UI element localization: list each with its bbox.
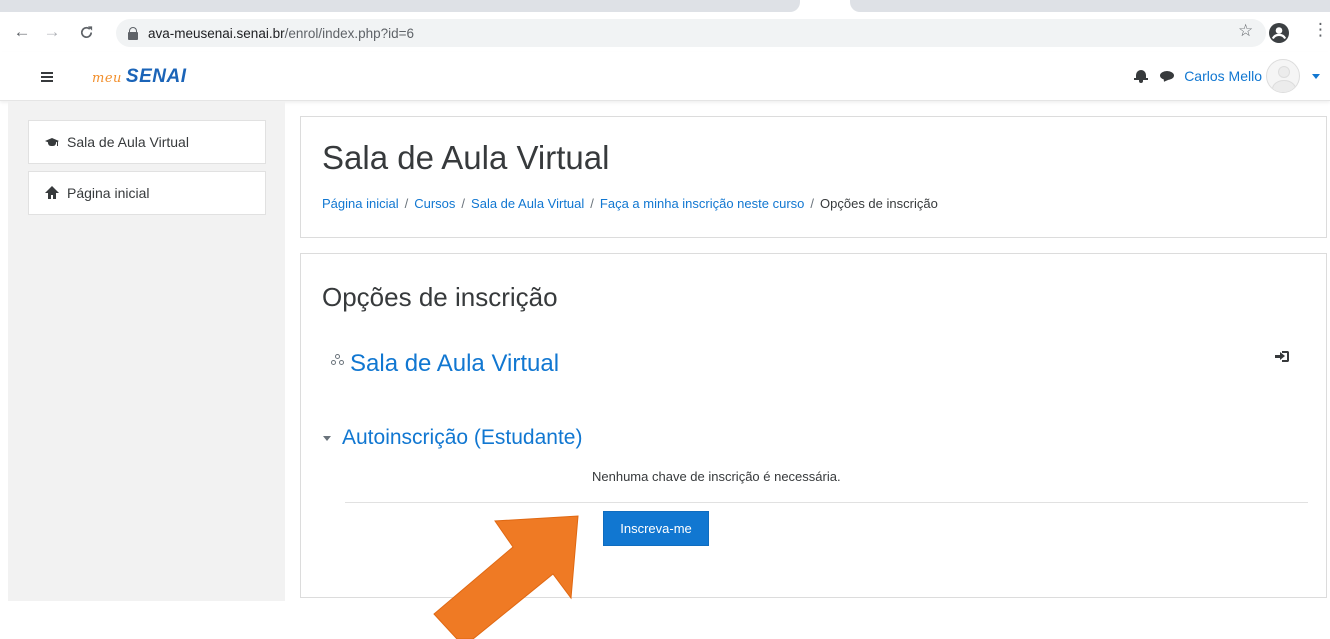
breadcrumb-separator: / [404,196,409,211]
browser-tab[interactable] [850,0,1330,12]
section-title: Opções de inscrição [322,282,558,312]
collapse-caret-icon [323,435,331,441]
breadcrumb-item-courses[interactable]: Cursos [414,196,455,211]
breadcrumb-item-current: Opções de inscrição [820,196,938,211]
avatar[interactable] [1266,59,1300,93]
url-path: /enrol/index.php?id=6 [284,25,415,41]
hamburger-icon [41,72,53,82]
back-button[interactable]: ← [10,20,34,44]
sign-in-icon [1275,350,1291,364]
reload-icon [80,25,92,38]
breadcrumb-separator: / [590,196,594,211]
course-name-link[interactable]: Sala de Aula Virtual [350,350,559,378]
logo-brand: SENAI [125,66,187,87]
self-enrolment-title: Autoinscrição (Estudante) [342,426,583,449]
reload-button[interactable] [74,20,98,44]
logo-prefix: meu [92,71,122,86]
breadcrumb-separator: / [461,196,466,211]
chat-icon[interactable] [1160,70,1175,84]
breadcrumb-item-home[interactable]: Página inicial [322,196,399,211]
self-enrolment-heading[interactable]: Autoinscrição (Estudante) [323,426,582,450]
url-host: ava-meusenai.senai.br [148,25,285,41]
arrow-left-icon: ← [13,22,31,41]
drawer-item-label: Página inicial [67,185,150,201]
account-circle-icon [1269,23,1289,43]
drawer-item-label: Sala de Aula Virtual [67,134,189,150]
enrol-me-button[interactable]: Inscreva-me [603,511,709,546]
lock-icon [128,26,138,40]
course-icon [331,354,345,368]
browser-tab-active[interactable] [0,0,800,12]
home-icon [45,186,59,200]
browser-menu-button[interactable]: ⋮ [1312,20,1329,40]
browser-tab-strip [0,0,1330,14]
kebab-menu-icon: ⋮ [1312,20,1329,39]
breadcrumb-item-course[interactable]: Sala de Aula Virtual [471,196,584,211]
user-name[interactable]: Carlos Mello [1184,68,1262,84]
enrolment-options-panel: Opções de inscrição Sala de Aula Virtual… [300,253,1327,598]
enrolment-key-note: Nenhuma chave de inscrição é necessária. [592,469,841,484]
user-nav: Carlos Mello [1134,59,1320,93]
profile-button[interactable] [1268,22,1290,49]
forward-button[interactable]: → [40,20,64,44]
breadcrumb: Página inicial / Cursos / Sala de Aula V… [322,196,938,211]
star-icon: ☆ [1238,21,1254,40]
caret-down-icon[interactable] [1312,73,1320,79]
bookmark-button[interactable]: ☆ [1238,21,1253,41]
drawer-item-course[interactable]: Sala de Aula Virtual [28,120,266,164]
course-box: Sala de Aula Virtual [331,350,1301,384]
page-title: Sala de Aula Virtual [322,139,610,176]
browser-toolbar: ← → ava-meusenai.senai.br/enrol/index.ph… [0,14,1330,53]
breadcrumb-item-enrol-me[interactable]: Faça a minha inscrição neste curso [600,196,804,211]
arrow-right-icon: → [43,22,61,41]
site-logo[interactable]: meu SENAI [92,66,186,88]
page-header: Sala de Aula Virtual Página inicial / Cu… [300,116,1327,238]
drawer-toggle-button[interactable] [30,65,64,89]
breadcrumb-separator: / [810,196,815,211]
drawer-item-home[interactable]: Página inicial [28,171,266,215]
site-navbar: meu SENAI Carlos Mello [0,52,1330,101]
nav-drawer: Sala de Aula Virtual Página inicial [8,101,285,601]
divider [345,502,1308,503]
address-bar[interactable]: ava-meusenai.senai.br/enrol/index.php?id… [116,19,1266,47]
bell-icon[interactable] [1134,69,1149,83]
graduation-cap-icon [45,135,59,149]
